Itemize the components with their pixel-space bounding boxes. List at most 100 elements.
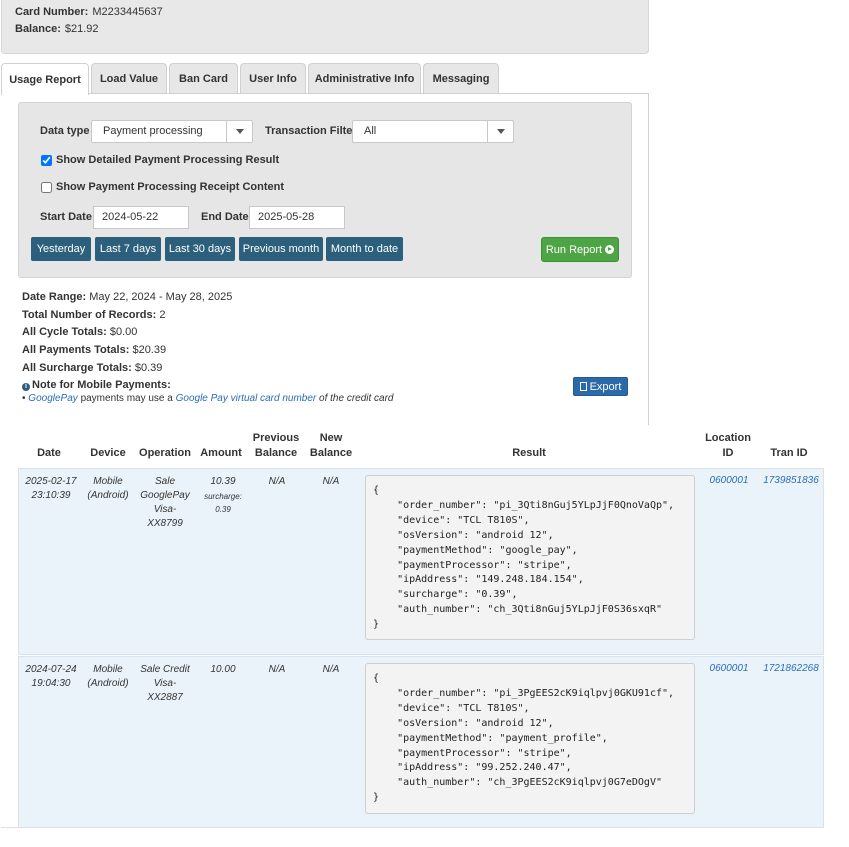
- transaction-filter-label: Transaction Filter: [265, 125, 357, 137]
- last-7-days-button[interactable]: Last 7 days: [95, 237, 161, 261]
- tab-body-bottom: [1, 827, 649, 828]
- date-range-value: May 22, 2024 - May 28, 2025: [89, 291, 233, 303]
- card-number-value: M2233445637: [92, 6, 163, 18]
- end-date-label: End Date: [201, 211, 249, 223]
- cycle-value: $0.00: [109, 326, 138, 338]
- payments-label: All Payments Totals:: [22, 344, 130, 356]
- previous-month-button[interactable]: Previous month: [239, 237, 323, 261]
- header-location-2: ID: [722, 447, 734, 459]
- row2-result: { "order_number": "pi_3PgEES2cK9iqlpvj0G…: [365, 663, 695, 814]
- checkbox-icon[interactable]: [41, 181, 52, 193]
- virtual-card-link[interactable]: Google Pay virtual card number: [176, 393, 317, 404]
- row1-operation: Sale GooglePay Visa- XX8799: [138, 475, 192, 531]
- balance-value: $21.92: [64, 23, 99, 35]
- summary-cycle: All Cycle Totals: $0.00: [22, 326, 137, 338]
- card-number: Card Number: M2233445637: [15, 6, 163, 18]
- transaction-filter-select[interactable]: All: [352, 120, 514, 143]
- row1-new-balance: N/A: [322, 476, 340, 487]
- note-title: Note for Mobile Payments:: [32, 379, 171, 391]
- row2-date-day: 2024-07-24: [25, 664, 77, 675]
- row1-surcharge-value: 0.39: [215, 505, 231, 514]
- tab-border: [89, 93, 649, 94]
- tab-user-info[interactable]: User Info: [240, 63, 306, 94]
- yesterday-button[interactable]: Yesterday: [31, 237, 91, 261]
- start-date-input[interactable]: 2024-05-22: [93, 206, 189, 229]
- run-report-button[interactable]: Run Report: [541, 237, 619, 262]
- row1-surcharge-label: surcharge:: [204, 492, 242, 501]
- row1-surcharge: surcharge: 0.39: [198, 490, 248, 516]
- row1-date-time: 23:10:39: [31, 490, 71, 501]
- start-date-label: Start Date: [40, 211, 92, 223]
- row1-op-3: Visa-: [153, 504, 177, 515]
- row2-operation: Sale Credit Visa- XX2887: [136, 663, 194, 705]
- row1-device-1: Mobile: [93, 476, 123, 487]
- row2-date-time: 19:04:30: [31, 678, 71, 689]
- tab-ban-card[interactable]: Ban Card: [169, 63, 238, 94]
- row2-op-3: XX2887: [147, 692, 183, 703]
- summary-date-range: Date Range: May 22, 2024 - May 28, 2025: [22, 291, 232, 303]
- header-new-balance: New Balance: [306, 431, 356, 461]
- header-result: Result: [512, 447, 546, 459]
- header-previous-balance: Previous Balance: [249, 431, 303, 461]
- note-text1: payments may use a: [80, 393, 173, 404]
- header-prev-2: Balance: [254, 447, 298, 459]
- header-location-id: Location ID: [701, 431, 755, 461]
- show-receipt-checkbox[interactable]: Show Payment Processing Receipt Content: [41, 181, 284, 193]
- show-detailed-label: Show Detailed Payment Processing Result: [56, 154, 280, 166]
- header-operation: Operation: [139, 447, 191, 459]
- tab-messaging[interactable]: Messaging: [423, 63, 499, 94]
- transaction-filter-value: All: [364, 125, 377, 137]
- end-date-input[interactable]: 2025-05-28: [249, 206, 345, 229]
- tab-load-value[interactable]: Load Value: [91, 63, 167, 94]
- row2-amount: 10.00: [210, 664, 236, 675]
- surcharge-value: $0.39: [134, 362, 163, 374]
- tab-administrative-info[interactable]: Administrative Info: [308, 63, 421, 94]
- row1-op-4: XX8799: [147, 518, 183, 529]
- row2-location-link[interactable]: 0600001: [704, 663, 754, 674]
- card-info-panel: Card Number: M2233445637 Balance: $21.92: [1, 0, 649, 54]
- header-location-1: Location: [705, 432, 751, 444]
- header-new-1: New: [319, 432, 343, 444]
- row2-tran-link[interactable]: 1721862268: [762, 663, 820, 674]
- summary-records: Total Number of Records: 2: [22, 309, 165, 321]
- header-amount: Amount: [200, 447, 242, 459]
- mobile-note-text: • GooglePay payments may use a Google Pa…: [22, 393, 394, 404]
- row1-tran-link[interactable]: 1739851836: [762, 475, 820, 486]
- googlepay-link[interactable]: GooglePay: [28, 393, 77, 404]
- row2-new-balance: N/A: [322, 664, 340, 675]
- caret-down-icon: [487, 121, 513, 142]
- row2-prev-balance: N/A: [268, 664, 286, 675]
- surcharge-label: All Surcharge Totals:: [22, 362, 132, 374]
- tab-border-right: [648, 93, 649, 425]
- export-button[interactable]: Export: [573, 377, 628, 396]
- export-label: Export: [589, 380, 622, 393]
- row1-op-2: GooglePay: [140, 490, 190, 501]
- summary-payments: All Payments Totals: $20.39: [22, 344, 166, 356]
- date-range-label: Date Range:: [22, 291, 87, 303]
- header-device: Device: [90, 447, 126, 459]
- balance-label: Balance:: [15, 23, 61, 35]
- row2-device-2: (Android): [87, 678, 129, 689]
- row2-op-2: Visa-: [153, 678, 177, 689]
- row1-location-link[interactable]: 0600001: [704, 475, 754, 486]
- row1-device-2: (Android): [87, 490, 129, 501]
- row2-device-1: Mobile: [93, 664, 123, 675]
- row1-date-day: 2025-02-17: [25, 476, 77, 487]
- card-number-label: Card Number:: [15, 6, 89, 18]
- data-type-select[interactable]: Payment processing: [91, 120, 253, 143]
- row2-op-1: Sale Credit: [140, 664, 190, 675]
- checkbox-icon[interactable]: [41, 154, 52, 166]
- last-30-days-button[interactable]: Last 30 days: [165, 237, 235, 261]
- row1-date: 2025-02-17 23:10:39: [22, 475, 80, 503]
- header-new-2: Balance: [309, 447, 353, 459]
- show-detailed-checkbox[interactable]: Show Detailed Payment Processing Result: [41, 154, 279, 166]
- payments-value: $20.39: [132, 344, 167, 356]
- note-text2: of the credit card: [319, 393, 394, 404]
- header-date: Date: [37, 447, 61, 459]
- circle-arrow-right-icon: [605, 245, 615, 254]
- data-type-value: Payment processing: [103, 125, 203, 137]
- cycle-label: All Cycle Totals:: [22, 326, 107, 338]
- row1-result: { "order_number": "pi_3Qti8nGuj5YLpJjF0Q…: [365, 475, 695, 640]
- month-to-date-button[interactable]: Month to date: [326, 237, 403, 261]
- tab-usage-report[interactable]: Usage Report: [1, 63, 89, 95]
